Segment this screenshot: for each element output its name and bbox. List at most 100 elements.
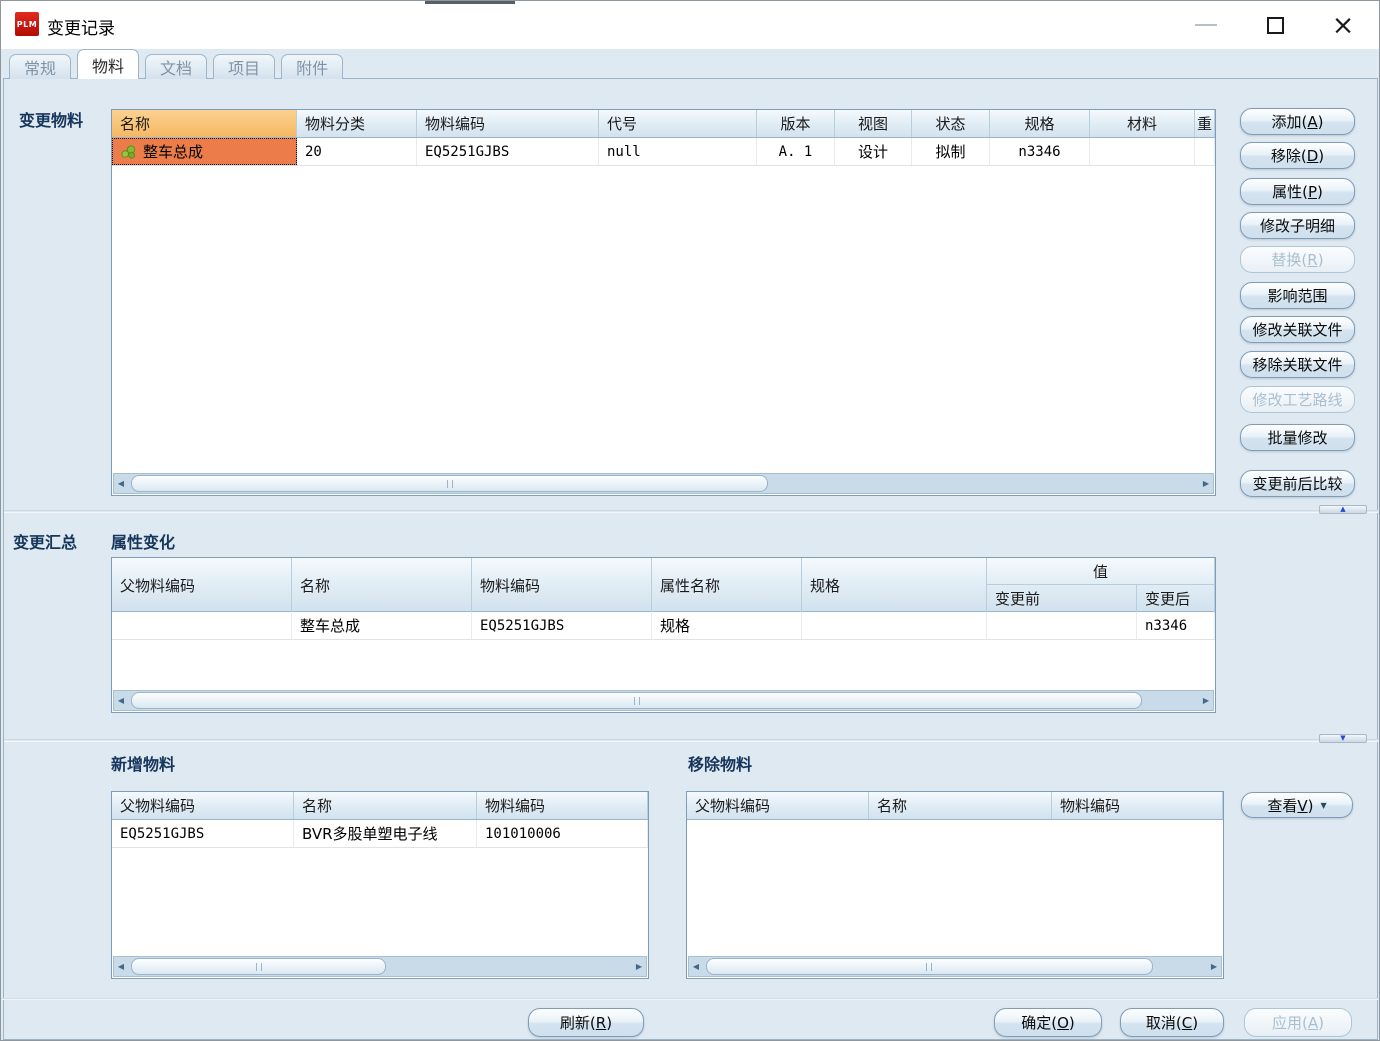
cell-spec [802, 612, 987, 639]
splitter-collapse-handle[interactable]: ▲ [1319, 505, 1367, 514]
column-header-parent-code[interactable]: 父物料编码 [112, 558, 292, 612]
close-button[interactable]: × [1325, 7, 1361, 43]
scrollbar-thumb[interactable] [131, 692, 1142, 709]
row-name-text: 整车总成 [143, 141, 203, 162]
tab-general[interactable]: 常规 [9, 54, 71, 79]
batch-modify-button[interactable]: 批量修改 [1240, 424, 1355, 451]
tab-material[interactable]: 物料 [77, 49, 139, 79]
compare-before-after-button[interactable]: 变更前后比较 [1240, 470, 1355, 497]
selected-name-cell[interactable]: 整车总成 [112, 138, 297, 165]
scrollbar-thumb[interactable] [131, 475, 768, 492]
cell-name: BVR多股单塑电子线 [294, 820, 477, 847]
column-header-spec[interactable]: 规格 [802, 558, 987, 612]
column-header-material[interactable]: 材料 [1090, 110, 1195, 137]
horizontal-scrollbar[interactable]: ◀ ▶ [688, 956, 1222, 977]
chevron-down-icon: ▼ [1340, 735, 1345, 742]
horizontal-scrollbar[interactable]: ◀ ▶ [113, 690, 1214, 711]
scroll-left-icon[interactable]: ◀ [689, 957, 703, 976]
column-header-view[interactable]: 视图 [835, 110, 912, 137]
cell-attribute-name: 规格 [652, 612, 802, 639]
horizontal-scrollbar[interactable]: ◀ ▶ [113, 473, 1214, 494]
cell-status: 拟制 [912, 138, 990, 165]
column-header-attribute-name[interactable]: 属性名称 [652, 558, 802, 612]
column-header-before-change[interactable]: 变更前 [987, 585, 1137, 612]
remove-related-files-button[interactable]: 移除关联文件 [1240, 351, 1355, 378]
column-header-name[interactable]: 名称 [294, 792, 477, 819]
column-header-status[interactable]: 状态 [912, 110, 990, 137]
cancel-button[interactable]: 取消(C) [1120, 1008, 1224, 1037]
column-header-after-change[interactable]: 变更后 [1137, 585, 1215, 612]
plm-app-icon: PLM [15, 12, 39, 36]
apply-button: 应用(A) [1244, 1008, 1352, 1037]
scrollbar-thumb[interactable] [706, 958, 1153, 975]
column-header-name[interactable]: 名称 [869, 792, 1052, 819]
splitter[interactable] [4, 739, 1378, 742]
change-materials-table: 名称 物料分类 物料编码 代号 版本 视图 状态 规格 材料 重 整车总成 20… [111, 109, 1216, 496]
modify-related-files-button[interactable]: 修改关联文件 [1240, 316, 1355, 343]
scroll-right-icon[interactable]: ▶ [632, 957, 646, 976]
column-header-value-group[interactable]: 值 [987, 558, 1215, 585]
tab-attachment[interactable]: 附件 [281, 54, 343, 79]
table-row[interactable]: 整车总成 EQ5251GJBS 规格 n3346 [112, 612, 1215, 640]
cell-alias: null [599, 138, 757, 165]
column-header-category[interactable]: 物料分类 [297, 110, 417, 137]
scroll-left-icon[interactable]: ◀ [114, 957, 128, 976]
table-row[interactable]: 整车总成 20 EQ5251GJBS null A. 1 设计 拟制 n3346 [112, 138, 1215, 166]
column-header-alias[interactable]: 代号 [599, 110, 757, 137]
added-materials-table: 父物料编码 名称 物料编码 EQ5251GJBS BVR多股单塑电子线 1010… [111, 791, 649, 979]
view-dropdown-button[interactable]: 查看V) ▼ [1241, 792, 1353, 818]
ok-button[interactable]: 确定(O) [994, 1008, 1102, 1037]
scroll-right-icon[interactable]: ▶ [1199, 474, 1213, 493]
view-button-label: 查看V) [1267, 795, 1313, 816]
cell-spec: n3346 [990, 138, 1090, 165]
column-header-weight[interactable]: 重 [1195, 110, 1215, 137]
scrollbar-grip [256, 963, 262, 971]
title-bar: PLM 变更记录 × [1, 1, 1379, 49]
tab-document[interactable]: 文档 [145, 54, 207, 79]
scroll-left-icon[interactable]: ◀ [114, 474, 128, 493]
modify-sub-detail-button[interactable]: 修改子明细 [1240, 212, 1355, 239]
section-label-attribute-changes: 属性变化 [111, 529, 175, 553]
table-row[interactable]: EQ5251GJBS BVR多股单塑电子线 101010006 [112, 820, 648, 848]
column-header-spec[interactable]: 规格 [990, 110, 1090, 137]
column-header-name[interactable]: 名称 [112, 110, 297, 137]
column-header-parent-code[interactable]: 父物料编码 [112, 792, 294, 819]
cell-code: EQ5251GJBS [417, 138, 599, 165]
scroll-right-icon[interactable]: ▶ [1199, 691, 1213, 710]
background-artifact [425, 1, 515, 4]
splitter-collapse-handle[interactable]: ▼ [1319, 734, 1367, 743]
scrollbar-thumb[interactable] [131, 958, 386, 975]
column-header-code[interactable]: 物料编码 [417, 110, 599, 137]
change-materials-header: 名称 物料分类 物料编码 代号 版本 视图 状态 规格 材料 重 [112, 110, 1215, 138]
scroll-right-icon[interactable]: ▶ [1207, 957, 1221, 976]
part-icon [121, 145, 137, 159]
column-header-code[interactable]: 物料编码 [472, 558, 652, 612]
add-button[interactable]: 添加(A) [1240, 108, 1355, 135]
refresh-button[interactable]: 刷新(R) [528, 1008, 644, 1037]
column-header-code[interactable]: 物料编码 [1052, 792, 1223, 819]
column-header-code[interactable]: 物料编码 [477, 792, 648, 819]
tab-project[interactable]: 项目 [213, 54, 275, 79]
maximize-button[interactable] [1257, 7, 1293, 43]
removed-materials-header: 父物料编码 名称 物料编码 [687, 792, 1223, 820]
cell-after-change: n3346 [1137, 612, 1215, 639]
column-header-name[interactable]: 名称 [292, 558, 472, 612]
impact-scope-button[interactable]: 影响范围 [1240, 282, 1355, 309]
replace-button: 替换(R) [1240, 246, 1355, 273]
section-label-change-summary: 变更汇总 [13, 529, 77, 553]
attribute-changes-table: 父物料编码 名称 物料编码 属性名称 规格 值 变更前 变更后 整车总成 EQ5… [111, 557, 1216, 713]
remove-button[interactable]: 移除(D) [1240, 142, 1355, 169]
horizontal-scrollbar[interactable]: ◀ ▶ [113, 956, 647, 977]
attribute-changes-header: 父物料编码 名称 物料编码 属性名称 规格 值 变更前 变更后 [112, 558, 1215, 612]
cell-parent-code: EQ5251GJBS [112, 820, 294, 847]
modify-process-route-button: 修改工艺路线 [1240, 386, 1355, 413]
cell-view: 设计 [835, 138, 912, 165]
scroll-left-icon[interactable]: ◀ [114, 691, 128, 710]
column-header-parent-code[interactable]: 父物料编码 [687, 792, 869, 819]
section-label-added-materials: 新增物料 [111, 751, 175, 775]
cell-code: EQ5251GJBS [472, 612, 652, 639]
minimize-button[interactable] [1188, 7, 1224, 43]
properties-button[interactable]: 属性(P) [1240, 178, 1355, 205]
splitter[interactable] [4, 510, 1378, 513]
column-header-version[interactable]: 版本 [757, 110, 835, 137]
